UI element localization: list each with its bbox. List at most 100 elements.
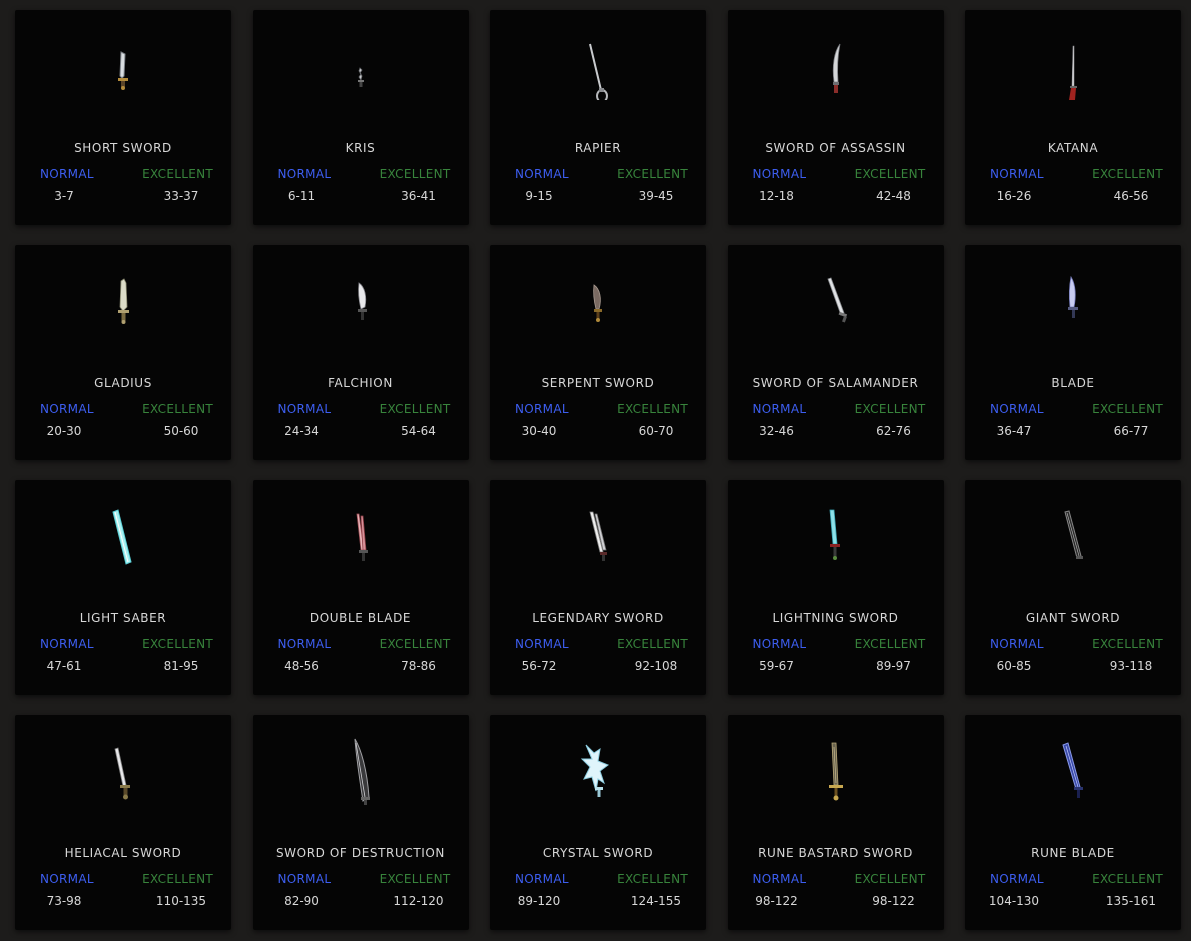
sword-of-salamander-icon <box>728 265 944 375</box>
normal-label: NORMAL <box>752 637 807 651</box>
excellent-damage: 89-97 <box>876 659 911 673</box>
excellent-damage: 93-118 <box>1109 659 1153 673</box>
giant-sword-icon <box>965 500 1181 610</box>
excellent-label: EXCELLENT <box>854 402 926 416</box>
sword-of-assassin-icon <box>728 30 944 140</box>
sword-of-destruction-icon <box>253 735 469 845</box>
weapon-card[interactable]: RUNE BASTARD SWORD NORMAL EXCELLENT 98-1… <box>727 715 944 930</box>
excellent-damage: 46-56 <box>1113 189 1149 203</box>
weapon-name: KRIS <box>345 141 376 155</box>
normal-label: NORMAL <box>40 637 94 651</box>
normal-damage: 30-40 <box>521 424 557 438</box>
weapon-card[interactable]: LEGENDARY SWORD NORMAL EXCELLENT 56-72 9… <box>490 480 706 695</box>
normal-damage: 3-7 <box>54 189 74 203</box>
falchion-icon <box>253 265 469 375</box>
excellent-damage: 60-70 <box>638 424 674 438</box>
weapon-card[interactable]: KRIS NORMAL EXCELLENT 6-11 36-41 <box>252 10 469 225</box>
normal-label: NORMAL <box>990 402 1044 416</box>
excellent-label: EXCELLENT <box>854 167 926 181</box>
excellent-label: EXCELLENT <box>1092 637 1163 651</box>
crystal-sword-icon <box>490 735 706 845</box>
normal-label: NORMAL <box>515 637 569 651</box>
excellent-label: EXCELLENT <box>854 637 926 651</box>
weapon-name: KATANA <box>1047 141 1099 155</box>
weapon-card[interactable]: BLADE NORMAL EXCELLENT 36-47 66-77 <box>965 245 1181 460</box>
excellent-label: EXCELLENT <box>379 402 451 416</box>
weapon-card[interactable]: SERPENT SWORD NORMAL EXCELLENT 30-40 60-… <box>490 245 706 460</box>
weapon-name: RUNE BASTARD SWORD <box>758 846 913 860</box>
rune-blade-icon <box>965 735 1181 845</box>
normal-label: NORMAL <box>277 637 332 651</box>
weapon-card[interactable]: CRYSTAL SWORD NORMAL EXCELLENT 89-120 12… <box>490 715 706 930</box>
excellent-damage: 124-155 <box>630 894 682 908</box>
weapon-card[interactable]: LIGHT SABER NORMAL EXCELLENT 47-61 81-95 <box>15 480 231 695</box>
excellent-label: EXCELLENT <box>142 402 213 416</box>
normal-label: NORMAL <box>40 402 94 416</box>
normal-label: NORMAL <box>752 402 807 416</box>
excellent-label: EXCELLENT <box>617 637 688 651</box>
excellent-label: EXCELLENT <box>142 872 213 886</box>
excellent-damage: 112-120 <box>393 894 444 908</box>
light-saber-icon <box>15 500 231 610</box>
weapon-card[interactable]: FALCHION NORMAL EXCELLENT 24-34 54-64 <box>252 245 469 460</box>
weapon-card[interactable]: DOUBLE BLADE NORMAL EXCELLENT 48-56 78-8… <box>252 480 469 695</box>
excellent-damage: 42-48 <box>876 189 911 203</box>
excellent-label: EXCELLENT <box>142 167 213 181</box>
weapon-card[interactable]: SWORD OF SALAMANDER NORMAL EXCELLENT 32-… <box>727 245 944 460</box>
normal-damage: 32-46 <box>759 424 794 438</box>
weapon-name: LEGENDARY SWORD <box>532 611 664 625</box>
weapon-name: HELIACAL SWORD <box>64 846 182 860</box>
weapon-card[interactable]: SWORD OF ASSASSIN NORMAL EXCELLENT 12-18… <box>727 10 944 225</box>
normal-damage: 9-15 <box>525 189 553 203</box>
excellent-label: EXCELLENT <box>142 637 213 651</box>
normal-damage: 47-61 <box>46 659 82 673</box>
weapon-card[interactable]: GLADIUS NORMAL EXCELLENT 20-30 50-60 <box>15 245 231 460</box>
weapon-card[interactable]: RAPIER NORMAL EXCELLENT 9-15 39-45 <box>490 10 706 225</box>
excellent-label: EXCELLENT <box>379 167 451 181</box>
excellent-label: EXCELLENT <box>1092 872 1163 886</box>
weapon-card[interactable]: RUNE BLADE NORMAL EXCELLENT 104-130 135-… <box>965 715 1181 930</box>
legendary-sword-icon <box>490 500 706 610</box>
weapon-card[interactable]: HELIACAL SWORD NORMAL EXCELLENT 73-98 11… <box>15 715 231 930</box>
normal-damage: 89-120 <box>517 894 561 908</box>
weapon-name: SWORD OF SALAMANDER <box>752 376 919 390</box>
normal-damage: 59-67 <box>759 659 794 673</box>
excellent-damage: 39-45 <box>638 189 674 203</box>
heliacal-sword-icon <box>15 735 231 845</box>
normal-label: NORMAL <box>515 402 569 416</box>
normal-damage: 16-26 <box>996 189 1032 203</box>
weapon-card[interactable]: KATANA NORMAL EXCELLENT 16-26 46-56 <box>965 10 1181 225</box>
weapon-card[interactable]: GIANT SWORD NORMAL EXCELLENT 60-85 93-11… <box>965 480 1181 695</box>
weapon-card[interactable]: SHORT SWORD NORMAL EXCELLENT 3-7 33-37 <box>15 10 231 225</box>
excellent-damage: 81-95 <box>163 659 199 673</box>
weapon-name: SWORD OF DESTRUCTION <box>275 846 446 860</box>
excellent-label: EXCELLENT <box>617 872 688 886</box>
excellent-label: EXCELLENT <box>1092 402 1163 416</box>
normal-label: NORMAL <box>515 167 569 181</box>
normal-damage: 60-85 <box>996 659 1032 673</box>
lightning-sword-icon <box>728 500 944 610</box>
excellent-label: EXCELLENT <box>379 872 451 886</box>
excellent-label: EXCELLENT <box>617 167 688 181</box>
excellent-label: EXCELLENT <box>379 637 451 651</box>
excellent-label: EXCELLENT <box>854 872 926 886</box>
gladius-icon <box>15 265 231 375</box>
weapon-name: CRYSTAL SWORD <box>542 846 654 860</box>
normal-label: NORMAL <box>40 167 94 181</box>
normal-damage: 48-56 <box>284 659 319 673</box>
rune-bastard-sword-icon <box>728 735 944 845</box>
weapon-grid: SHORT SWORD NORMAL EXCELLENT 3-7 33-37 K… <box>15 10 1181 930</box>
excellent-damage: 62-76 <box>876 424 911 438</box>
normal-damage: 36-47 <box>996 424 1032 438</box>
weapon-name: LIGHT SABER <box>79 611 167 625</box>
weapon-card[interactable]: SWORD OF DESTRUCTION NORMAL EXCELLENT 82… <box>252 715 469 930</box>
rapier-icon <box>490 30 706 140</box>
excellent-damage: 54-64 <box>401 424 436 438</box>
normal-label: NORMAL <box>752 167 807 181</box>
excellent-damage: 50-60 <box>163 424 199 438</box>
weapon-card[interactable]: LIGHTNING SWORD NORMAL EXCELLENT 59-67 8… <box>727 480 944 695</box>
normal-damage: 6-11 <box>287 189 316 203</box>
normal-damage: 82-90 <box>284 894 319 908</box>
normal-label: NORMAL <box>277 872 332 886</box>
weapon-name: BLADE <box>1051 376 1095 390</box>
